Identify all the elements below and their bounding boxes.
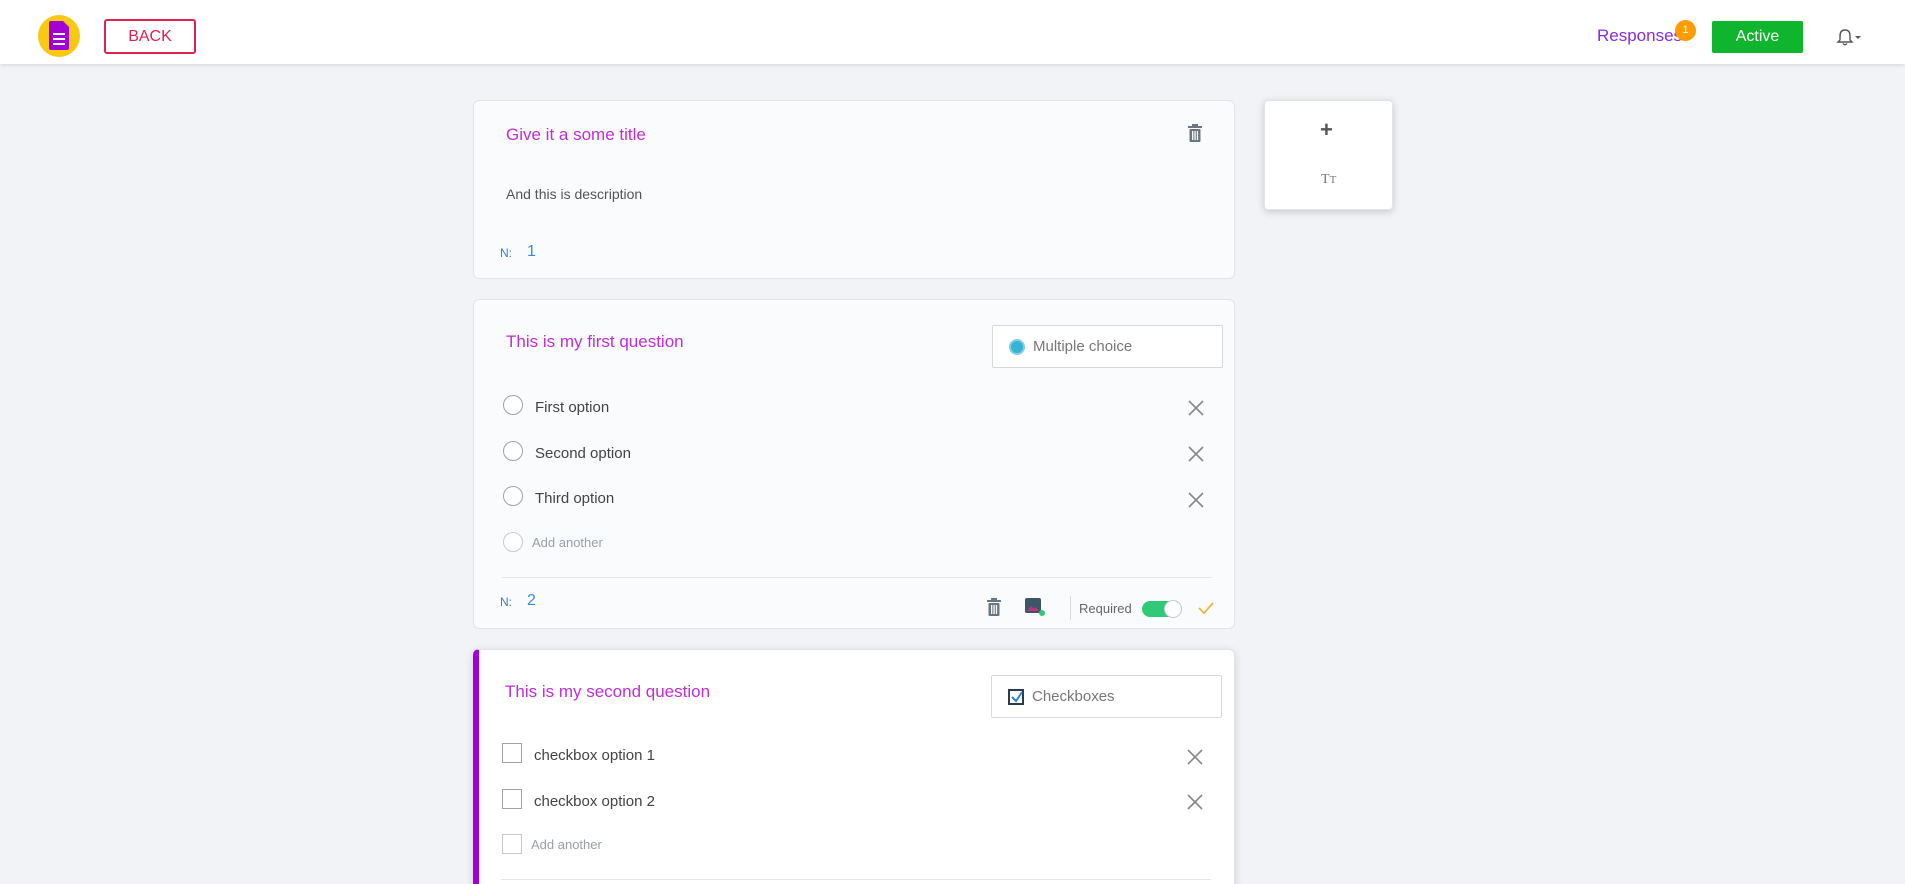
- question-type-select[interactable]: Checkboxes: [991, 675, 1222, 718]
- close-icon[interactable]: [1186, 444, 1206, 464]
- option-label[interactable]: Third option: [535, 490, 614, 507]
- option-radio[interactable]: [503, 395, 523, 415]
- app-logo[interactable]: [38, 15, 80, 57]
- forms-icon: [49, 21, 69, 50]
- number-label: N:: [500, 246, 512, 260]
- back-button[interactable]: BACK: [104, 19, 196, 54]
- trash-icon[interactable]: [1187, 124, 1203, 142]
- top-bar: BACK Responses 1 Active: [0, 0, 1905, 64]
- option-label[interactable]: Second option: [535, 445, 631, 462]
- responses-count-badge: 1: [1675, 20, 1696, 41]
- number-value: 2: [527, 592, 536, 609]
- option-radio[interactable]: [503, 486, 523, 506]
- option-label[interactable]: First option: [535, 399, 609, 416]
- toggle-knob: [1164, 600, 1182, 618]
- divider: [502, 577, 1212, 578]
- close-icon[interactable]: [1185, 747, 1205, 767]
- form-title-card[interactable]: Give it a some title And this is descrip…: [473, 100, 1235, 279]
- responses-link[interactable]: Responses: [1597, 26, 1682, 46]
- option-checkbox: [502, 834, 522, 854]
- question-card[interactable]: This is my first question Multiple choic…: [473, 299, 1235, 629]
- status-active-button[interactable]: Active: [1712, 21, 1803, 53]
- option-checkbox[interactable]: [502, 743, 522, 763]
- close-icon[interactable]: [1185, 792, 1205, 812]
- number-value: 1: [527, 243, 536, 260]
- form-title[interactable]: Give it a some title: [506, 125, 646, 145]
- option-radio[interactable]: [503, 441, 523, 461]
- divider: [501, 879, 1211, 880]
- bell-icon[interactable]: [1836, 27, 1862, 47]
- question-title[interactable]: This is my second question: [505, 682, 710, 702]
- number-label: N:: [500, 595, 512, 609]
- question-type-select[interactable]: Multiple choice: [992, 325, 1223, 368]
- add-option-input[interactable]: Add another: [532, 535, 603, 550]
- close-icon[interactable]: [1186, 490, 1206, 510]
- side-toolbar: + TT: [1264, 100, 1393, 210]
- question-type-label: Multiple choice: [1033, 338, 1133, 355]
- radio-type-icon: [1009, 339, 1025, 355]
- divider: [1070, 596, 1071, 620]
- required-label: Required: [1079, 601, 1132, 616]
- check-icon[interactable]: [1197, 600, 1215, 616]
- text-format-icon[interactable]: TT: [1321, 172, 1336, 188]
- option-radio: [503, 532, 523, 552]
- close-icon[interactable]: [1186, 398, 1206, 418]
- question-title[interactable]: This is my first question: [506, 332, 684, 352]
- add-option-input[interactable]: Add another: [531, 837, 602, 852]
- option-checkbox[interactable]: [502, 789, 522, 809]
- trash-icon[interactable]: [986, 598, 1002, 616]
- option-label[interactable]: checkbox option 2: [534, 793, 655, 810]
- form-description[interactable]: And this is description: [506, 186, 642, 202]
- question-type-label: Checkboxes: [1032, 688, 1115, 705]
- required-toggle[interactable]: [1142, 600, 1182, 618]
- plus-icon[interactable]: +: [1320, 117, 1333, 143]
- option-label[interactable]: checkbox option 1: [534, 747, 655, 764]
- checkbox-type-icon: [1008, 689, 1024, 705]
- add-image-icon[interactable]: [1025, 598, 1045, 616]
- question-card-active[interactable]: This is my second question Checkboxes ch…: [473, 649, 1235, 884]
